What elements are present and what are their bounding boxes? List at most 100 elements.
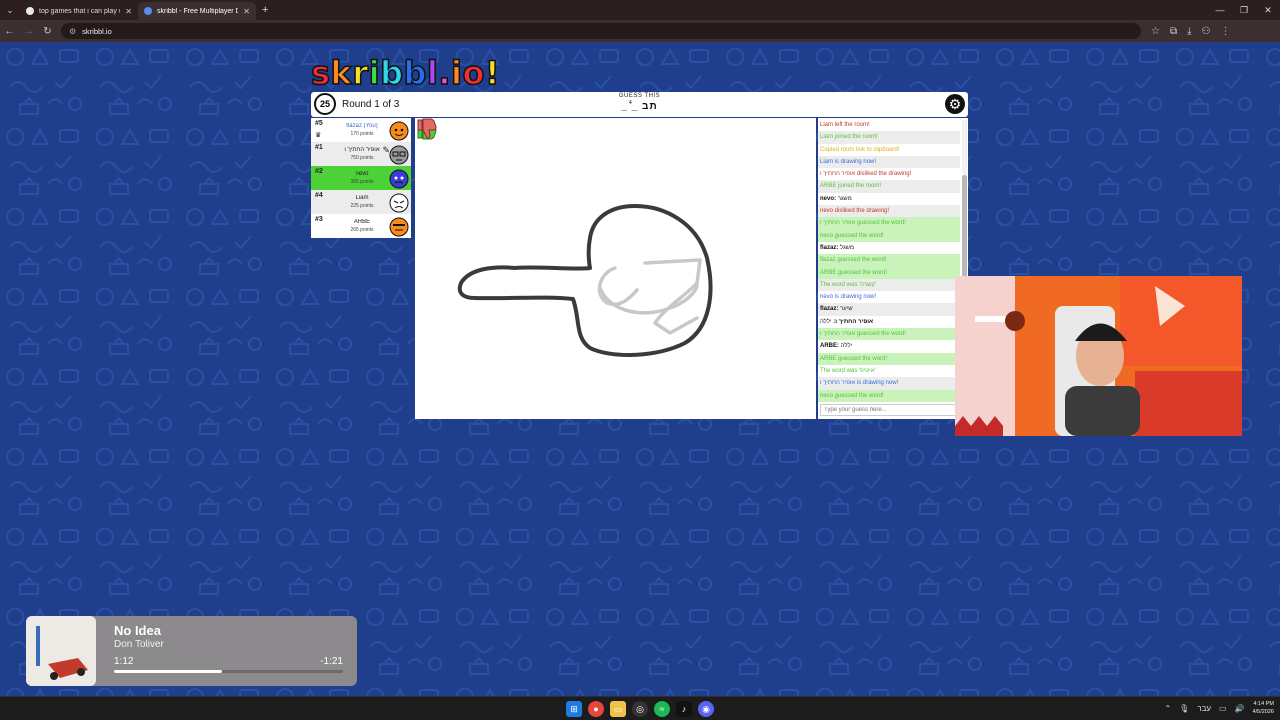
- player-points: 170 points: [350, 131, 374, 137]
- drawing-canvas[interactable]: [415, 118, 816, 419]
- chat-text: אופיר החתיך ו is drawing now!: [820, 380, 899, 387]
- clock-date: 4/5/2026: [1252, 709, 1274, 715]
- chat-author: אופיר החתיך ו:: [833, 318, 874, 325]
- chat-author: flazaz:: [820, 306, 839, 313]
- chat-text: nevo guessed the word!: [820, 232, 884, 239]
- thumbs-down-icon[interactable]: [415, 118, 437, 140]
- chrome-icon[interactable]: ●: [588, 701, 604, 717]
- player-rank: #3: [315, 216, 323, 223]
- player-avatar-icon: [389, 217, 409, 237]
- chat-text: אופיר החתיך ו guessed the word!: [820, 220, 906, 227]
- tab-top-games[interactable]: top games that i can play with ✕: [20, 2, 138, 20]
- tab-title: top games that i can play with: [39, 7, 120, 15]
- player-name: Liam: [355, 195, 369, 201]
- player-rank: #5: [315, 120, 323, 127]
- google-favicon-icon: [26, 7, 34, 15]
- chat-message: אופיר החתיך ו guessed the word!: [818, 328, 960, 341]
- chat-message: ARBE joined the room!: [818, 180, 960, 193]
- chat-message: flazaz: משגל: [818, 242, 960, 254]
- chat-message: Liam joined the room!: [818, 131, 960, 144]
- webcam-overlay: [955, 276, 1242, 436]
- steam-icon[interactable]: ◎: [632, 701, 648, 717]
- skribbl-logo: skribbl.io!: [310, 53, 501, 93]
- chat-message: Copied room link to clipboard!: [818, 144, 960, 156]
- new-tab-button[interactable]: +: [262, 4, 268, 16]
- elapsed-time: 1:12: [114, 656, 134, 667]
- profile-icon[interactable]: ⚇: [1202, 26, 1211, 37]
- menu-icon[interactable]: ⋮: [1221, 26, 1231, 37]
- chat-message: The word was 'קשרה': [818, 278, 960, 292]
- clock-time: 4:14 PM: [1253, 701, 1274, 707]
- word-length: 4: [629, 100, 632, 106]
- close-tab-icon[interactable]: ✕: [243, 7, 250, 16]
- progress-fill: [114, 670, 222, 673]
- track-title: No Idea: [114, 623, 161, 638]
- maximize-icon[interactable]: ❐: [1232, 0, 1256, 20]
- player-avatar-icon: [389, 121, 409, 141]
- chat-text: אופיר החתיך ו guessed the word!: [820, 331, 906, 338]
- chat-text: Liam joined the room!: [820, 134, 878, 141]
- start-icon[interactable]: ⊞: [566, 701, 582, 717]
- chat-message: אופיר החתיך ו is drawing now!: [818, 377, 960, 390]
- bookmark-star-icon[interactable]: ☆: [1151, 26, 1160, 37]
- language-indicator[interactable]: עבר: [1197, 704, 1211, 713]
- tray-overflow-icon[interactable]: ⌃: [1164, 704, 1171, 713]
- tab-skribbl[interactable]: skribbl - Free Multiplayer Draw ✕: [138, 2, 256, 20]
- skribbl-favicon-icon: [144, 7, 152, 15]
- player-list: #5 ♛ flazaz (You) 170 points #1 אופיר הח…: [311, 118, 411, 238]
- chat-panel: Liam left the room! Liam joined the room!…: [818, 118, 968, 419]
- media-player-widget[interactable]: No Idea Don Toliver 1:12 -1:21: [26, 616, 357, 686]
- extensions-icon[interactable]: ⧉: [1170, 26, 1177, 37]
- chat-message: flazaz: שיער: [818, 303, 960, 316]
- player-row[interactable]: #5 ♛ flazaz (You) 170 points: [311, 118, 411, 142]
- chat-message: ARBE guessed the word!: [818, 352, 960, 365]
- discord-icon[interactable]: ◉: [698, 701, 714, 717]
- forward-icon[interactable]: →: [19, 26, 38, 37]
- player-row[interactable]: #4 Liam 225 points: [311, 190, 411, 214]
- chat-message: nevo guessed the word!: [818, 389, 960, 402]
- clock[interactable]: 4:14 PM 4/5/2026: [1253, 700, 1274, 716]
- volume-icon[interactable]: 🔊: [1235, 704, 1245, 713]
- site-info-icon[interactable]: ⚙: [69, 27, 76, 36]
- chat-text: The word was 'איטיפ': [820, 367, 876, 374]
- chat-text: יללה: [840, 343, 853, 350]
- spotify-icon[interactable]: ≈: [654, 701, 670, 717]
- crown-icon: ♛: [315, 132, 322, 139]
- guess-input[interactable]: [820, 404, 956, 416]
- player-avatar-icon: [389, 193, 409, 213]
- player-row[interactable]: #3 ARBE 265 points: [311, 214, 411, 238]
- close-window-icon[interactable]: ✕: [1256, 0, 1280, 20]
- chat-text: The word was 'קשרה': [820, 281, 877, 288]
- chat-message: ARBE guessed the word!: [818, 266, 960, 279]
- player-name: ARBE: [353, 219, 371, 225]
- tiktok-icon[interactable]: ♪: [676, 701, 692, 717]
- chat-text: ARBE guessed the word!: [820, 355, 888, 362]
- settings-gear-icon[interactable]: ⚙: [945, 94, 965, 114]
- downloads-icon[interactable]: ⤓: [1187, 26, 1191, 37]
- chat-text: משגר: [837, 195, 852, 202]
- chat-message: nevo is drawing now!: [818, 291, 960, 303]
- window-controls: — ❐ ✕: [1208, 0, 1280, 20]
- reload-icon[interactable]: ↻: [38, 26, 57, 37]
- chat-messages: Liam left the room! Liam joined the room!…: [818, 119, 960, 403]
- chat-text: Liam left the room!: [820, 122, 870, 128]
- guess-this-label: GUESS THIS: [618, 93, 661, 99]
- player-row[interactable]: #2 nevo 385 points: [311, 166, 411, 190]
- network-icon[interactable]: ▭: [1219, 704, 1227, 713]
- chat-message: flazaz guessed the word!: [818, 254, 960, 267]
- player-row[interactable]: #1 אופיר החתיך ו 750 points ✎: [311, 142, 411, 166]
- microphone-icon[interactable]: 🎙: [1179, 704, 1189, 713]
- address-bar[interactable]: ⚙ skribbl.io: [61, 23, 1141, 39]
- file-explorer-icon[interactable]: ▭: [610, 701, 626, 717]
- chat-text: משגל: [840, 244, 854, 251]
- chat-text: nevo is drawing now!: [820, 294, 877, 301]
- track-artist: Don Toliver: [114, 639, 164, 650]
- tab-search-icon[interactable]: ⌄: [0, 0, 20, 20]
- back-icon[interactable]: ←: [0, 26, 19, 37]
- player-points: 225 points: [350, 203, 374, 209]
- minimize-icon[interactable]: —: [1208, 0, 1232, 20]
- player-points: 385 points: [350, 179, 374, 185]
- progress-bar[interactable]: [114, 670, 343, 673]
- close-tab-icon[interactable]: ✕: [125, 7, 132, 16]
- remaining-time: -1:21: [320, 656, 343, 667]
